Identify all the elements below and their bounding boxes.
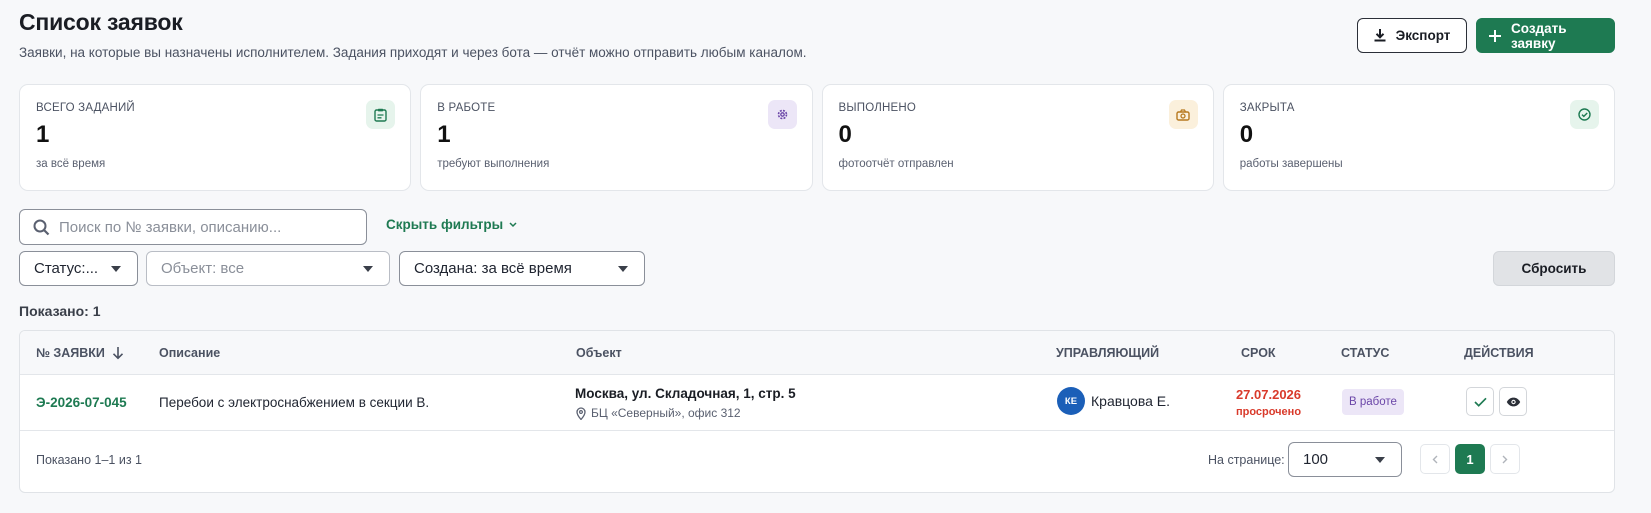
gear-icon — [767, 100, 797, 129]
create-request-button[interactable]: Создать заявку — [1476, 18, 1615, 53]
download-icon — [1374, 29, 1386, 42]
table-footer: Показано 1–1 из 1 На странице: 100 1 — [20, 431, 1614, 491]
stat-note: работы завершены — [1239, 158, 1343, 170]
create-label: Создать заявку — [1511, 20, 1567, 51]
pagination-info: Показано 1–1 из 1 — [36, 453, 142, 467]
export-label: Экспорт — [1395, 28, 1451, 43]
caret-down-icon — [618, 266, 628, 272]
column-header-description: Описание — [159, 346, 221, 360]
status-filter-select[interactable]: Статус:... — [19, 251, 138, 286]
search-input[interactable] — [59, 218, 349, 236]
table-row: Э-2026-07-045 Перебои с электроснабжение… — [20, 375, 1614, 431]
reset-filters-button[interactable]: Сбросить — [1493, 251, 1615, 286]
object-detail: БЦ «Северный», офис 312 — [576, 406, 741, 420]
check-circle-icon — [1570, 100, 1599, 129]
stat-label: ЗАКРЫТА — [1239, 102, 1295, 114]
manager-name: Кравцова Е. — [1091, 393, 1170, 409]
camera-icon — [1168, 100, 1198, 129]
chevron-down-icon — [509, 221, 517, 227]
caret-down-icon — [1375, 457, 1385, 463]
status-filter-value: Статус:... — [34, 260, 99, 277]
created-filter-value: Создана: за всё время — [414, 260, 572, 277]
page: Список заявок Заявки, на которые вы назн… — [19, 0, 1615, 493]
stat-value: 0 — [838, 121, 852, 148]
column-header-due: СРОК — [1241, 346, 1276, 360]
request-id-link[interactable]: Э-2026-07-045 — [36, 395, 127, 410]
chevron-right-icon — [1502, 455, 1508, 463]
stat-value: 0 — [1239, 121, 1254, 148]
next-page-button[interactable] — [1490, 444, 1520, 474]
stat-note: фотоотчёт отправлен — [838, 158, 954, 170]
sort-arrow-down-icon — [112, 346, 123, 359]
page-button-current[interactable]: 1 — [1455, 444, 1485, 474]
stat-card-total: ВСЕГО ЗАДАНИЙ 1 за всё время — [19, 84, 412, 191]
column-header-status: СТАТУС — [1341, 346, 1390, 360]
complete-button[interactable] — [1466, 387, 1494, 416]
stat-label: ВЫПОЛНЕНО — [838, 102, 917, 114]
created-filter-select[interactable]: Создана: за всё время — [399, 251, 645, 286]
table-header: № ЗАЯВКИ Описание Объект УПРАВЛЯЮЩИЙ СРО… — [20, 331, 1614, 375]
plus-icon — [1489, 29, 1501, 42]
location-pin-icon — [576, 406, 586, 420]
column-header-manager: УПРАВЛЯЮЩИЙ — [1056, 346, 1160, 360]
pagination: 1 — [1420, 444, 1520, 474]
object-filter-select[interactable]: Объект: все — [146, 251, 390, 286]
page-subtitle: Заявки, на которые вы назначены исполнит… — [19, 45, 807, 60]
object-name: Москва, ул. Складочная, 1, стр. 5 — [575, 386, 796, 401]
stat-value: 1 — [437, 121, 451, 148]
prev-page-button[interactable] — [1420, 444, 1450, 474]
caret-down-icon — [363, 266, 373, 272]
header-actions: Экспорт Создать заявку — [1357, 18, 1615, 53]
status-badge: В работе — [1342, 389, 1404, 415]
requests-table: № ЗАЯВКИ Описание Объект УПРАВЛЯЮЩИЙ СРО… — [19, 330, 1615, 493]
page-title: Список заявок — [19, 9, 183, 35]
request-description: Перебои с электроснабжением в секции В. — [159, 395, 430, 410]
avatar: КЕ — [1057, 387, 1085, 415]
hide-filters-label: Скрыть фильтры — [386, 217, 504, 232]
caret-down-icon — [111, 266, 121, 272]
stat-note: за всё время — [36, 158, 106, 170]
per-page-label: На странице: — [1208, 453, 1285, 467]
column-header-object: Объект — [576, 346, 622, 360]
column-header-id-label: № ЗАЯВКИ — [36, 346, 105, 360]
stat-label: В РАБОТЕ — [437, 102, 496, 114]
stats-row: ВСЕГО ЗАДАНИЙ 1 за всё время В РАБОТЕ 1 … — [19, 84, 1615, 191]
shown-count: Показано: 1 — [19, 303, 101, 319]
stat-label: ВСЕГО ЗАДАНИЙ — [36, 102, 135, 114]
stat-value: 1 — [36, 121, 50, 148]
clipboard-icon — [366, 100, 396, 129]
eye-icon — [1506, 397, 1520, 406]
stat-note: требуют выполнения — [437, 158, 550, 170]
object-detail-text: БЦ «Северный», офис 312 — [591, 406, 741, 420]
stat-card-done: ВЫПОЛНЕНО 0 фотоотчёт отправлен — [821, 84, 1214, 191]
per-page-value: 100 — [1303, 451, 1329, 468]
due-overdue-note: просрочено — [1235, 406, 1302, 418]
export-button[interactable]: Экспорт — [1357, 18, 1467, 53]
column-header-actions: ДЕЙСТВИЯ — [1464, 346, 1534, 360]
object-filter-value: Объект: все — [161, 260, 245, 277]
chevron-left-icon — [1432, 455, 1438, 463]
hide-filters-toggle[interactable]: Скрыть фильтры — [386, 217, 517, 232]
due-date: 27.07.2026 — [1235, 387, 1302, 402]
column-header-id[interactable]: № ЗАЯВКИ — [36, 346, 124, 360]
per-page-select[interactable]: 100 — [1288, 442, 1402, 477]
check-icon — [1473, 397, 1487, 407]
view-button[interactable] — [1499, 387, 1527, 416]
page-header: Список заявок Заявки, на которые вы назн… — [19, 0, 1615, 78]
stat-card-closed: ЗАКРЫТА 0 работы завершены — [1222, 84, 1615, 191]
stat-card-in-progress: В РАБОТЕ 1 требуют выполнения — [420, 84, 813, 191]
search-icon — [33, 219, 50, 235]
search-field[interactable] — [19, 209, 367, 245]
